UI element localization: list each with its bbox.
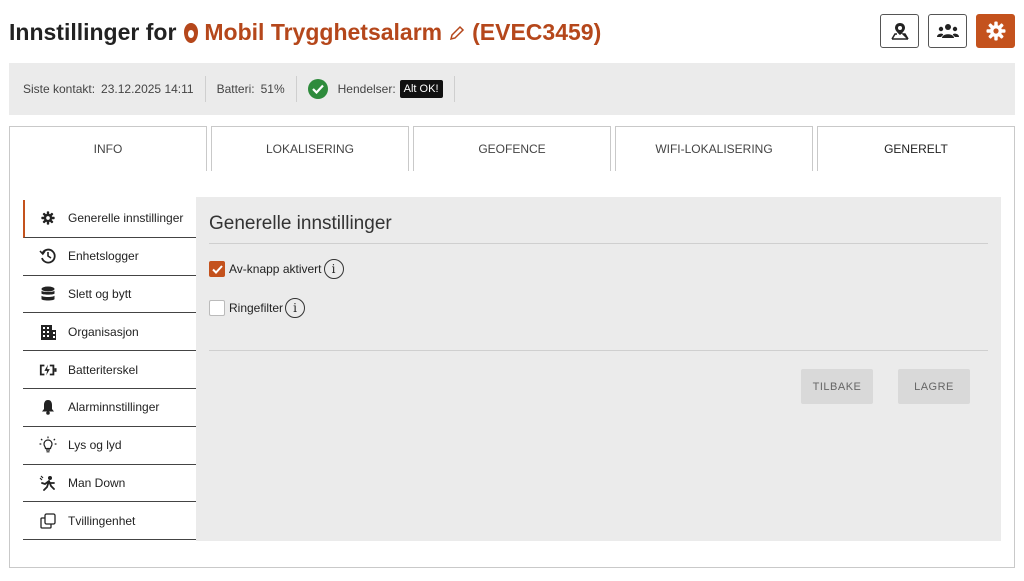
sidebar-item-label: Man Down [68, 475, 126, 490]
sidebar-item-organisasjon[interactable]: Organisasjon [23, 313, 196, 352]
sidebar-item-label: Enhetslogger [68, 249, 139, 264]
sidebar-item-lys-og-lyd[interactable]: Lys og lyd [23, 426, 196, 465]
events-status: Hendelser: Alt OK! [297, 76, 455, 102]
gear-icon [986, 21, 1005, 41]
sidebar-item-enhetslogger[interactable]: Enhetslogger [23, 237, 196, 276]
sidebar-item-label: Slett og bytt [68, 286, 132, 301]
tab-generelt[interactable]: GENERELT [817, 126, 1015, 172]
checkmark-icon [211, 264, 223, 274]
status-bar: Siste kontakt: 23.12.2025 14:11 Batteri:… [9, 63, 1015, 115]
device-id: (EVEC3459) [472, 19, 602, 45]
option-av-knapp-aktivert: Av-knapp aktivert i [209, 259, 344, 279]
tab-geofence[interactable]: GEOFENCE [413, 126, 611, 172]
tab-lokalisering[interactable]: LOKALISERING [211, 126, 409, 172]
settings-sidebar: Generelle innstillinger Enhetslogger Sle… [23, 200, 196, 541]
sidebar-item-batteriterskel[interactable]: Batteriterskel [23, 351, 196, 389]
edit-pencil-icon[interactable] [448, 24, 466, 42]
sidebar-item-man-down[interactable]: Man Down [23, 464, 196, 503]
main-tabs: INFO LOKALISERING GEOFENCE WIFI-LOKALISE… [9, 126, 1015, 172]
ringefilter-checkbox[interactable] [209, 300, 225, 316]
panel-title: Generelle innstillinger [209, 213, 392, 234]
check-circle-icon [307, 79, 328, 99]
battery-label: Batteri: [216, 82, 255, 96]
sidebar-item-label: Lys og lyd [68, 438, 122, 453]
sidebar-item-tvillingenhet[interactable]: Tvillingenhet [23, 502, 196, 541]
database-icon [39, 285, 57, 303]
sidebar-item-label: Batteriterskel [68, 362, 139, 377]
sidebar-item-label: Generelle innstillinger [68, 211, 184, 226]
option-ringefilter: Ringefilter i [209, 298, 306, 318]
info-icon[interactable]: i [285, 298, 306, 318]
title-prefix: Innstillinger for [9, 19, 177, 45]
users-button[interactable] [928, 14, 967, 48]
building-icon [39, 323, 57, 341]
last-contact: Siste kontakt: 23.12.2025 14:11 [9, 76, 206, 102]
back-button[interactable]: TILBAKE [801, 369, 873, 404]
lightbulb-icon [39, 436, 57, 454]
page-header: Innstillinger for Mobil Trygghetsalarm (… [9, 12, 1015, 54]
users-icon [936, 24, 959, 38]
page-title: Innstillinger for Mobil Trygghetsalarm (… [9, 19, 601, 46]
map-pin-icon [890, 23, 909, 40]
device-marker-icon [184, 22, 199, 43]
events-status-badge: Alt OK! [399, 80, 443, 98]
divider [209, 243, 988, 244]
battery-status: Batteri: 51% [206, 76, 297, 102]
sidebar-item-label: Alarminnstillinger [68, 400, 160, 415]
settings-button[interactable] [976, 14, 1015, 48]
map-button[interactable] [880, 14, 919, 48]
tab-wifi-lokalisering[interactable]: WIFI-LOKALISERING [615, 126, 813, 172]
bell-icon [39, 398, 57, 416]
tab-content: Generelle innstillinger Enhetslogger Sle… [9, 171, 1015, 568]
save-button[interactable]: LAGRE [898, 369, 970, 404]
sidebar-item-label: Tvillingenhet [68, 513, 136, 528]
sidebar-item-label: Organisasjon [68, 324, 139, 339]
last-contact-value: 23.12.2025 14:11 [101, 82, 194, 96]
person-falling-icon [39, 474, 57, 492]
clone-icon [39, 512, 57, 530]
info-icon[interactable]: i [323, 259, 344, 279]
divider [209, 350, 988, 351]
device-name: Mobil Trygghetsalarm [204, 19, 443, 45]
sidebar-item-slett-og-bytt[interactable]: Slett og bytt [23, 275, 196, 314]
battery-charging-icon [39, 361, 57, 379]
general-settings-panel: Generelle innstillinger Av-knapp aktiver… [196, 197, 1001, 541]
sidebar-item-generelle-innstillinger[interactable]: Generelle innstillinger [23, 200, 196, 238]
sidebar-item-alarminnstillinger[interactable]: Alarminnstillinger [23, 388, 196, 427]
gear-icon [39, 209, 57, 227]
battery-value: 51% [260, 82, 285, 96]
av-knapp-label: Av-knapp aktivert [229, 262, 322, 276]
history-icon [39, 247, 57, 265]
last-contact-label: Siste kontakt: [23, 82, 96, 96]
ringefilter-label: Ringefilter [229, 301, 284, 315]
events-label: Hendelser: [337, 82, 396, 96]
av-knapp-checkbox[interactable] [209, 261, 225, 277]
tab-info[interactable]: INFO [9, 126, 207, 172]
